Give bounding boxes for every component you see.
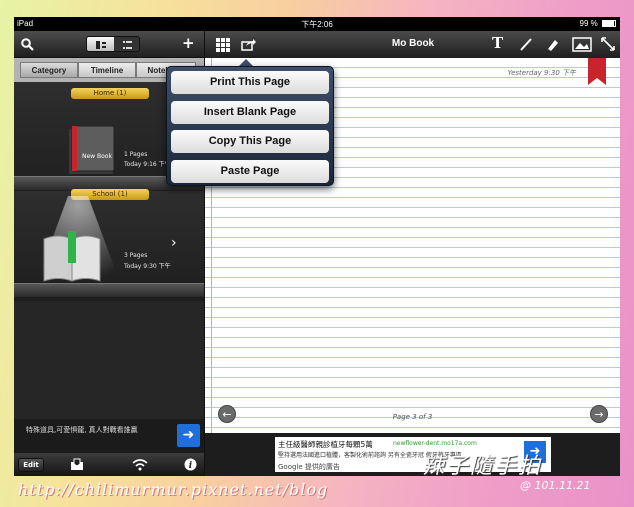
status-time: 下午2:06 xyxy=(301,20,333,29)
pen-icon[interactable] xyxy=(519,37,533,52)
info-icon[interactable]: i xyxy=(184,458,197,471)
list-view-icon[interactable] xyxy=(114,37,139,51)
wifi-icon[interactable] xyxy=(132,458,148,471)
ad-url: newflower-dent.mo17a.com xyxy=(393,440,477,447)
book-date: Today 9:16 下午 xyxy=(124,161,171,168)
next-page-button[interactable]: → xyxy=(590,405,608,423)
watermark-url: http://chilimurmur.pixnet.net/blog xyxy=(18,480,329,499)
share-popover: Print This Page Insert Blank Page Copy T… xyxy=(166,66,334,186)
battery-icon xyxy=(602,20,616,27)
book-title: New Book xyxy=(82,153,112,160)
paste-page-button[interactable]: Paste Page xyxy=(171,160,329,183)
svg-text:i: i xyxy=(189,461,193,471)
search-icon[interactable] xyxy=(21,38,34,51)
status-bar: iPad 下午2:06 99 % xyxy=(14,17,620,31)
fullscreen-icon[interactable] xyxy=(601,37,615,51)
battery-status: 99 % xyxy=(580,19,616,28)
promo-banner[interactable]: 特殊道具,可愛惧龍, 真人對戰看誰贏 ➜ xyxy=(14,419,204,453)
battery-percent: 99 % xyxy=(579,19,598,28)
chevron-right-icon[interactable]: › xyxy=(171,236,177,250)
open-book-icon[interactable] xyxy=(42,231,102,286)
tab-timeline[interactable]: Timeline xyxy=(78,62,136,78)
book-cover[interactable] xyxy=(66,126,116,176)
view-mode-toggle[interactable] xyxy=(86,36,140,52)
text-tool-icon[interactable]: T xyxy=(492,36,503,51)
note-toolbar: Mo Book T xyxy=(205,31,620,58)
page-indicator: Page 3 of 3 xyxy=(392,413,433,421)
shelf-label-home: Home (1) xyxy=(71,88,149,99)
ad-title: 主任級醫師親診植牙每顆5萬 xyxy=(278,440,373,449)
left-bottom-toolbar: Edit i xyxy=(14,453,204,476)
ad-attribution: Google 提供的廣告 xyxy=(278,463,340,471)
inbox-icon[interactable] xyxy=(70,458,84,471)
bookmark-icon[interactable] xyxy=(588,58,606,85)
highlighter-icon[interactable] xyxy=(545,37,559,52)
tab-category[interactable]: Category xyxy=(20,62,78,78)
book-pages: 1 Pages xyxy=(124,151,148,158)
arrow-right-icon: → xyxy=(594,408,604,421)
watermark-signature: 辣子隨手拍 xyxy=(422,454,543,479)
print-page-button[interactable]: Print This Page xyxy=(171,71,329,94)
watermark-date: @ 101.11.21 xyxy=(520,479,591,492)
copy-page-button[interactable]: Copy This Page xyxy=(171,130,329,153)
promo-text: 特殊道具,可愛惧龍, 真人對戰看誰贏 xyxy=(26,426,138,434)
promo-arrow-button[interactable]: ➜ xyxy=(177,424,200,447)
book-date: Today 9:30 下午 xyxy=(124,263,171,270)
image-icon[interactable] xyxy=(572,37,592,52)
ad-banner-area: 主任級醫師親診植牙每顆5萬 newflower-dent.mo17a.com 堅… xyxy=(205,433,620,476)
book-pages: 3 Pages xyxy=(124,252,148,259)
edit-button[interactable]: Edit xyxy=(18,458,44,472)
add-book-icon[interactable]: + xyxy=(182,36,195,51)
page-date: Yesterday 9:30 下午 xyxy=(507,69,576,77)
left-toolbar: + xyxy=(14,31,204,58)
insert-blank-page-button[interactable]: Insert Blank Page xyxy=(171,101,329,124)
shelf-board xyxy=(14,283,204,297)
shelf-view-icon[interactable] xyxy=(87,37,114,51)
